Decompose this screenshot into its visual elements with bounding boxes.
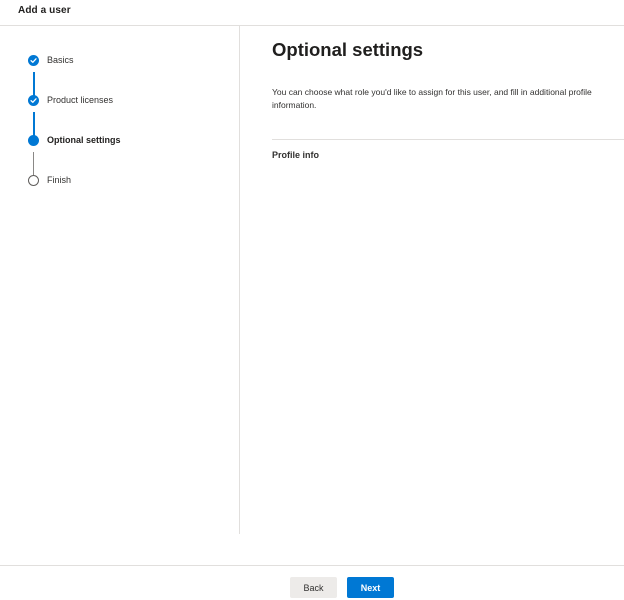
step-label: Product licenses — [47, 95, 114, 105]
back-button[interactable]: Back — [290, 577, 337, 598]
step-optional-settings[interactable]: Optional settings — [28, 134, 121, 146]
panel-header: Add a user — [0, 0, 624, 26]
section-profile-info[interactable]: Profile info — [272, 150, 319, 160]
add-user-wizard: Add a user Basics Product licenses Optio… — [0, 0, 624, 600]
step-label: Finish — [47, 175, 72, 185]
checkmark-icon — [28, 54, 39, 66]
step-product-licenses[interactable]: Product licenses — [28, 94, 113, 106]
page-title: Optional settings — [272, 39, 424, 60]
empty-circle-icon — [28, 174, 39, 186]
wizard-stepper: Basics Product licenses Optional setting… — [0, 26, 240, 534]
checkmark-icon — [28, 94, 39, 106]
wizard-footer: Back Next — [0, 565, 624, 600]
filled-circle-icon — [28, 134, 39, 146]
step-finish: Finish — [28, 174, 71, 186]
page-description: You can choose what role you'd like to a… — [272, 87, 592, 110]
next-button[interactable]: Next — [347, 577, 394, 598]
step-label: Optional settings — [47, 135, 121, 145]
step-label: Basics — [47, 55, 74, 65]
step-basics[interactable]: Basics — [28, 54, 74, 66]
section-divider — [272, 139, 624, 140]
panel-title: Add a user — [18, 5, 71, 16]
